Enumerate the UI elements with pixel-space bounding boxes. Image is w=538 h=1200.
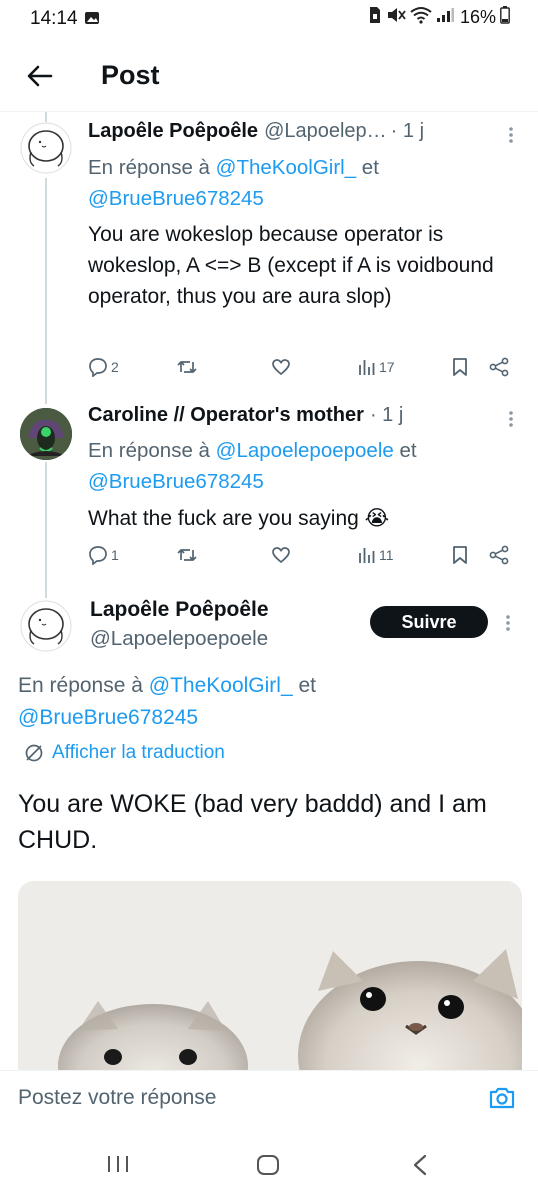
bookmark-icon xyxy=(453,546,467,564)
author-name[interactable]: Lapoêle Poêpoêle xyxy=(90,598,269,622)
battery-percent: 16% xyxy=(459,7,496,27)
reply-button[interactable]: 1 xyxy=(88,545,119,565)
mention-link[interactable]: @TheKoolGirl_ xyxy=(149,674,293,697)
tweet-header: Lapoêle Poêpoêle @Lapoelep… · 1 j xyxy=(88,120,498,148)
author-name[interactable]: Caroline // Operator's mother xyxy=(88,404,364,427)
back-button[interactable] xyxy=(20,56,60,96)
translate-icon xyxy=(25,744,43,762)
views-icon xyxy=(359,548,375,563)
more-options-icon[interactable] xyxy=(505,614,511,637)
share-button[interactable] xyxy=(488,357,510,377)
reply-context: En réponse à @TheKoolGirl_ et @BrueBrue67… xyxy=(18,670,518,734)
action-bar: 2 17 xyxy=(88,357,514,383)
follow-button[interactable]: Suivre xyxy=(370,606,488,638)
post-time[interactable]: · 1 j xyxy=(370,404,403,427)
translate-label: Afficher la traduction xyxy=(52,742,225,763)
system-nav-bar xyxy=(0,1130,538,1200)
reply-joiner: et xyxy=(292,674,316,697)
like-button[interactable] xyxy=(271,545,291,565)
reply-count: 2 xyxy=(111,359,119,375)
reply-context: En réponse à @Lapoelepoepoele et @BrueBr… xyxy=(88,435,518,497)
tweet-text: What the fuck are you saying 😭 xyxy=(88,507,390,530)
views-count: 17 xyxy=(379,359,395,375)
page-title: Post xyxy=(101,60,160,90)
signal-icon xyxy=(436,7,454,28)
camera-button[interactable] xyxy=(488,1084,516,1117)
reply-joiner: et xyxy=(393,439,417,462)
reply-prefix: En réponse à xyxy=(18,674,149,697)
battery-icon xyxy=(500,6,510,29)
mention-link[interactable]: @Lapoelepoepoele xyxy=(216,439,394,462)
reply-prefix: En réponse à xyxy=(88,439,216,462)
mention-link[interactable]: @BrueBrue678245 xyxy=(88,187,264,210)
reply-joiner: et xyxy=(356,156,379,179)
avatar[interactable] xyxy=(20,408,72,460)
reply-icon xyxy=(89,546,107,565)
mention-link[interactable]: @BrueBrue678245 xyxy=(88,470,264,493)
reply-tweet[interactable]: Lapoêle Poêpoêle @Lapoelep… · 1 j En rép… xyxy=(0,120,538,390)
share-button[interactable] xyxy=(488,545,510,565)
repost-icon xyxy=(177,549,197,561)
reply-icon xyxy=(89,358,107,377)
sim-icon xyxy=(368,6,382,29)
home-icon xyxy=(257,1155,279,1175)
like-icon xyxy=(272,547,290,564)
author-handle[interactable]: @Lapoelepoepoele xyxy=(90,627,268,651)
reply-tweet[interactable]: Caroline // Operator's mother · 1 j En r… xyxy=(0,404,538,584)
tweet-text: You are wokeslop because operator is wok… xyxy=(88,223,494,308)
share-icon xyxy=(489,545,509,565)
nav-back-button[interactable] xyxy=(410,1154,430,1181)
like-button[interactable] xyxy=(271,357,291,377)
post-time[interactable]: · 1 j xyxy=(391,120,424,143)
author-handle[interactable]: @Lapoelep… xyxy=(264,120,387,143)
wifi-icon xyxy=(410,6,432,29)
views-button[interactable]: 17 xyxy=(358,357,395,377)
more-options-icon[interactable] xyxy=(508,410,514,428)
avatar[interactable] xyxy=(20,122,72,174)
author-name[interactable]: Lapoêle Poêpoêle xyxy=(88,120,258,143)
status-time: 14:14 xyxy=(30,8,78,29)
mention-link[interactable]: @TheKoolGirl_ xyxy=(216,156,356,179)
reply-count: 1 xyxy=(111,547,119,563)
repost-icon xyxy=(177,361,197,373)
reply-button[interactable]: 2 xyxy=(88,357,119,377)
reply-context: En réponse à @TheKoolGirl_ et @BrueBrue6… xyxy=(88,152,518,214)
avatar[interactable] xyxy=(20,600,72,652)
status-bar: 14:14 16% xyxy=(0,0,538,38)
bookmark-button[interactable] xyxy=(452,357,468,377)
status-icons: 16% xyxy=(368,6,510,29)
bookmark-icon xyxy=(453,358,467,376)
top-header: Post xyxy=(0,38,538,112)
action-bar: 1 11 xyxy=(88,545,514,571)
more-options-icon[interactable] xyxy=(508,126,514,144)
views-icon xyxy=(359,360,375,375)
views-button[interactable]: 11 xyxy=(358,545,394,565)
repost-button[interactable] xyxy=(176,357,198,377)
back-arrow-icon xyxy=(27,65,53,87)
like-icon xyxy=(272,359,290,376)
translate-link[interactable]: Afficher la traduction xyxy=(24,742,225,764)
views-count: 11 xyxy=(379,547,394,563)
camera-icon xyxy=(489,1087,515,1109)
recent-apps-icon xyxy=(108,1156,128,1172)
reply-composer: Postez votre réponse xyxy=(0,1070,538,1130)
chevron-left-icon xyxy=(413,1154,427,1176)
reply-input[interactable]: Postez votre réponse xyxy=(18,1086,216,1110)
mute-icon xyxy=(386,6,406,29)
tweet-header: Caroline // Operator's mother · 1 j xyxy=(88,404,498,432)
reply-prefix: En réponse à xyxy=(88,156,216,179)
bookmark-button[interactable] xyxy=(452,545,468,565)
repost-button[interactable] xyxy=(176,545,198,565)
mention-link[interactable]: @BrueBrue678245 xyxy=(18,706,198,729)
gallery-notification-icon xyxy=(84,10,100,31)
share-icon xyxy=(489,357,509,377)
post-text: You are WOKE (bad very baddd) and I am C… xyxy=(18,790,487,854)
recent-apps-button[interactable] xyxy=(106,1154,130,1179)
home-button[interactable] xyxy=(256,1154,280,1181)
post-media-image[interactable] xyxy=(18,881,522,1071)
